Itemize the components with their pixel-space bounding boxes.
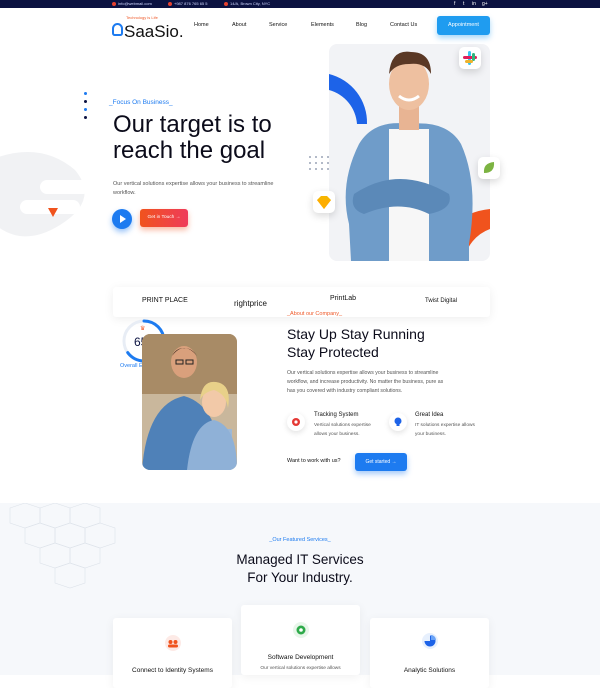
vertical-dots-decoration xyxy=(84,92,87,124)
gear-icon xyxy=(287,413,305,431)
about-title-line1: Stay Up Stay Running xyxy=(287,326,425,342)
about-eyebrow: _About our Company_ xyxy=(287,311,343,317)
hero-lead-line2: workflow. xyxy=(113,190,136,196)
logo-tagline: Technology is Life xyxy=(126,15,158,20)
play-video-button[interactable] xyxy=(112,209,132,229)
about-title: Stay Up Stay Running Stay Protected xyxy=(287,325,467,361)
brand-printlab: PrintLab xyxy=(330,295,357,302)
get-in-touch-button[interactable]: Get in Touch → xyxy=(140,209,188,227)
hero-title-line1: Our target is to xyxy=(113,111,272,138)
hero-lead: Our vertical solutions expertise allows … xyxy=(113,180,313,198)
google-plus-icon[interactable]: g+ xyxy=(482,1,488,7)
slack-icon xyxy=(459,47,481,69)
service-card-software[interactable] xyxy=(241,605,360,675)
twitter-icon[interactable]: t xyxy=(463,1,464,7)
feature-tracking-line2: allows your business. xyxy=(314,431,360,437)
services-title-line1: Managed IT Services xyxy=(236,552,364,567)
cog-icon xyxy=(292,621,310,639)
brand-rightprice: rightprice xyxy=(234,299,267,308)
nav-blog[interactable]: Blog xyxy=(356,22,367,28)
feature-idea-title: Great Idea xyxy=(415,412,444,418)
service-software-title: Software Development xyxy=(267,654,334,661)
nav-elements[interactable]: Elements xyxy=(311,22,334,28)
users-icon xyxy=(164,634,182,652)
feature-idea-text: IT solutions expertise allows your busin… xyxy=(415,422,485,439)
crown-icon: ♛ xyxy=(140,326,146,332)
mail-icon xyxy=(112,1,116,6)
feature-tracking-title: Tracking System xyxy=(314,412,359,418)
about-text-line3: has you covered with industry compliant … xyxy=(287,388,403,394)
hero-lead-line1: Our vertical solutions expertise allows … xyxy=(113,181,274,187)
services-title-line2: For Your Industry. xyxy=(247,570,353,585)
phone-icon xyxy=(168,1,172,6)
topbar-address: 14/A, Brown City, NYC xyxy=(224,1,270,6)
service-analytics-title: Analytic Solutions xyxy=(403,667,456,674)
location-icon xyxy=(224,1,228,6)
linkedin-icon[interactable]: in xyxy=(472,1,476,7)
service-card-analytics[interactable] xyxy=(370,618,489,688)
services-eyebrow: _Our Featured Services_ xyxy=(269,537,331,543)
logo-name: SaaSio. xyxy=(124,22,184,41)
top-bar: info@webmail.com +987 876 765 65 5 14/A,… xyxy=(0,0,600,8)
nav-contact[interactable]: Contact Us xyxy=(390,22,417,28)
logo[interactable]: Technology is Life SaaSio. xyxy=(112,14,184,41)
feature-tracking-text: Vertical solutions expertise allows your… xyxy=(314,422,384,439)
logo-mark-icon xyxy=(112,23,123,36)
about-text: Our vertical solutions expertise allows … xyxy=(287,369,467,396)
pie-chart-icon xyxy=(421,632,439,650)
feature-idea-line2: your business. xyxy=(415,431,446,437)
hero-blob-decoration xyxy=(0,152,90,237)
nav-home[interactable]: Home xyxy=(194,22,209,28)
service-identity-title: Connect to Identity Systems xyxy=(132,667,213,674)
sketch-icon xyxy=(313,191,335,213)
hero-title-line2: reach the goal xyxy=(113,137,266,164)
work-with-us-text: Want to work with us? xyxy=(287,458,341,464)
about-text-line1: Our vertical solutions expertise allows … xyxy=(287,370,439,376)
nav-service[interactable]: Service xyxy=(269,22,287,28)
brand-print-place: PRINT PLACE xyxy=(142,297,188,304)
hero-person-image xyxy=(329,44,490,261)
about-text-line2: workflow, and increase productivity. No … xyxy=(287,379,444,385)
topbar-phone[interactable]: +987 876 765 65 5 xyxy=(168,1,207,6)
service-card-identity[interactable] xyxy=(113,618,232,688)
nav-about[interactable]: About xyxy=(232,22,246,28)
hero-eyebrow: _Focus On Business_ xyxy=(109,99,173,106)
brand-twist-digital: Twist Digital xyxy=(425,298,458,304)
facebook-icon[interactable]: f xyxy=(454,1,455,7)
feature-idea-line1: IT solutions expertise allows xyxy=(415,423,475,428)
hero-title: Our target is to reach the goal xyxy=(113,112,333,164)
services-title: Managed IT Services For Your Industry. xyxy=(0,551,600,587)
feature-tracking-line1: Vertical solutions expertise xyxy=(314,423,371,428)
lightbulb-icon xyxy=(389,413,407,431)
topbar-email[interactable]: info@webmail.com xyxy=(112,1,152,6)
triangle-decoration xyxy=(48,208,58,217)
get-started-button[interactable]: Get started → xyxy=(355,453,407,471)
service-software-text: Our vertical solutions expertise allows xyxy=(260,666,341,671)
team-photo xyxy=(142,334,237,470)
site-header xyxy=(0,8,600,46)
about-title-line2: Stay Protected xyxy=(287,344,379,360)
appointment-button[interactable]: Appointment xyxy=(437,16,490,35)
leaf-icon xyxy=(478,157,500,179)
